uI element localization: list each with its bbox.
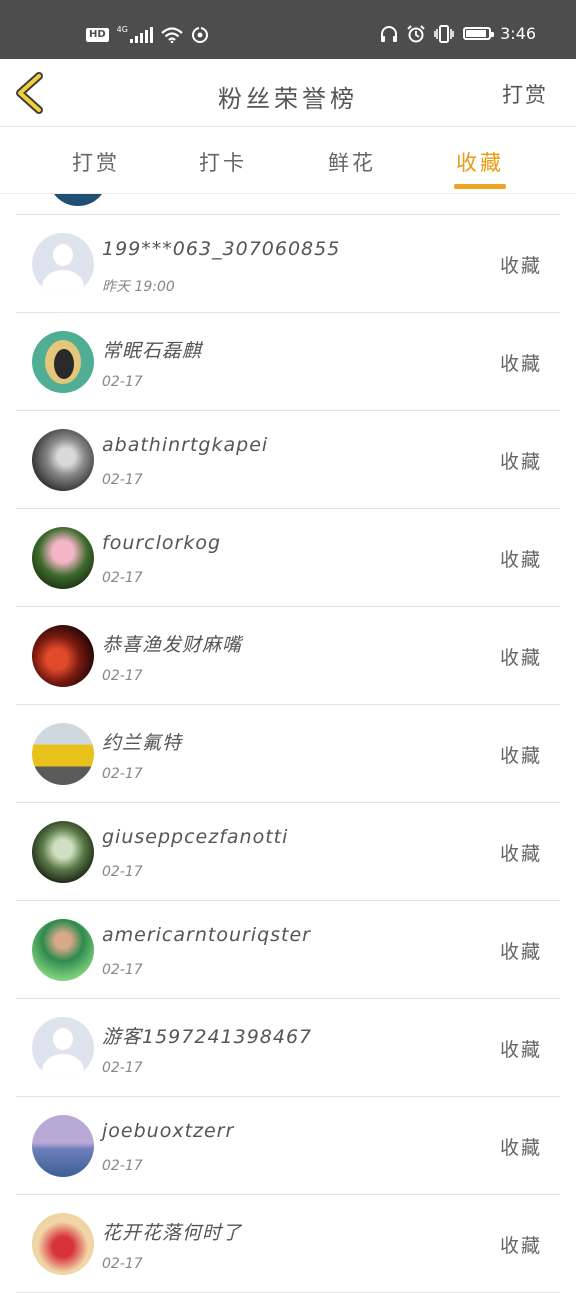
favorite-label: 收藏	[499, 451, 542, 473]
favorite-label: 收藏	[499, 1235, 542, 1257]
fan-time: 02-17	[102, 962, 143, 978]
fan-time: 02-17	[102, 374, 143, 390]
tab-checkin[interactable]: 打卡	[168, 147, 278, 177]
fan-name: 恭喜渔发财麻嘴	[102, 634, 243, 656]
favorite-label: 收藏	[499, 647, 542, 669]
fan-name: giuseppcezfanotti	[102, 826, 289, 848]
clock-time: 3:46	[500, 24, 536, 43]
favorite-label: 收藏	[499, 255, 542, 277]
list-item[interactable]: giuseppcezfanotti 02-17 收藏	[16, 803, 560, 901]
fan-time: 02-17	[102, 570, 143, 586]
list-item[interactable]: 约兰氟特 02-17 收藏	[16, 705, 560, 803]
list-item[interactable]: fourclorkog 02-17 收藏	[16, 509, 560, 607]
headphones-icon	[381, 25, 398, 42]
avatar	[32, 527, 94, 589]
avatar	[32, 1213, 94, 1275]
fan-name: 游客1597241398467	[102, 1026, 313, 1048]
fan-name: americarntouriqster	[102, 924, 311, 946]
avatar	[32, 1017, 94, 1079]
status-left: HD 4G	[86, 24, 209, 44]
fan-time: 02-17	[102, 668, 143, 684]
signal-icon	[129, 27, 153, 43]
fan-list: 199***063_307060855 昨天 19:00 收藏 常眠石磊麒 02…	[16, 194, 560, 1293]
favorite-label: 收藏	[499, 843, 542, 865]
fan-name: joebuoxtzerr	[102, 1120, 235, 1142]
fan-name: 常眠石磊麒	[102, 340, 203, 362]
favorite-label: 收藏	[499, 1137, 542, 1159]
alarm-icon	[407, 24, 425, 42]
reward-button[interactable]: 打赏	[502, 79, 548, 109]
tab-reward[interactable]: 打赏	[41, 147, 151, 177]
list-item[interactable]: 游客1597241398467 02-17 收藏	[16, 999, 560, 1097]
avatar	[32, 1115, 94, 1177]
list-item[interactable]: 花开花落何时了 02-17 收藏	[16, 1195, 560, 1293]
favorite-label: 收藏	[499, 745, 542, 767]
hotspot-icon	[191, 26, 208, 43]
fan-time: 02-17	[102, 1256, 143, 1272]
fan-time: 02-17	[102, 766, 143, 782]
vibrate-icon	[434, 24, 454, 43]
avatar	[32, 625, 94, 687]
top-bar: 粉丝荣誉榜 打赏	[0, 59, 576, 127]
status-bar: HD 4G 3:46	[0, 0, 576, 59]
tab-bar: 打赏 打卡 鲜花 收藏	[0, 127, 576, 194]
fan-time: 02-17	[102, 1060, 143, 1076]
fan-name: abathinrtgkapei	[102, 434, 269, 456]
favorite-label: 收藏	[499, 549, 542, 571]
favorite-label: 收藏	[499, 941, 542, 963]
list-item[interactable]: 恭喜渔发财麻嘴 02-17 收藏	[16, 607, 560, 705]
avatar	[32, 331, 94, 393]
active-tab-indicator	[454, 184, 506, 189]
avatar	[32, 233, 94, 295]
avatar	[48, 194, 108, 206]
battery-icon	[463, 27, 495, 40]
fan-name: 199***063_307060855	[102, 238, 341, 260]
avatar	[32, 821, 94, 883]
wifi-icon	[161, 27, 183, 43]
list-item[interactable]: americarntouriqster 02-17 收藏	[16, 901, 560, 999]
list-item-partial	[16, 194, 560, 215]
fan-time: 02-17	[102, 864, 143, 880]
page-title: 粉丝荣誉榜	[218, 85, 358, 113]
fan-time: 昨天 19:00	[102, 279, 175, 295]
list-item[interactable]: 199***063_307060855 昨天 19:00 收藏	[16, 215, 560, 313]
avatar	[32, 919, 94, 981]
fan-time: 02-17	[102, 1158, 143, 1174]
fan-name: fourclorkog	[102, 532, 222, 554]
favorite-label: 收藏	[499, 353, 542, 375]
fan-name: 约兰氟特	[102, 732, 183, 754]
fan-time: 02-17	[102, 472, 143, 488]
hd-icon: HD	[86, 28, 109, 42]
network-type: 4G	[116, 24, 128, 34]
status-right: 3:46	[380, 24, 536, 43]
favorite-label: 收藏	[499, 1039, 542, 1061]
tab-flowers[interactable]: 鲜花	[297, 147, 407, 177]
avatar	[32, 723, 94, 785]
avatar	[32, 429, 94, 491]
list-item[interactable]: joebuoxtzerr 02-17 收藏	[16, 1097, 560, 1195]
fan-name: 花开花落何时了	[102, 1222, 243, 1244]
list-item[interactable]: 常眠石磊麒 02-17 收藏	[16, 313, 560, 411]
tab-favorites[interactable]: 收藏	[425, 147, 535, 177]
list-item[interactable]: abathinrtgkapei 02-17 收藏	[16, 411, 560, 509]
